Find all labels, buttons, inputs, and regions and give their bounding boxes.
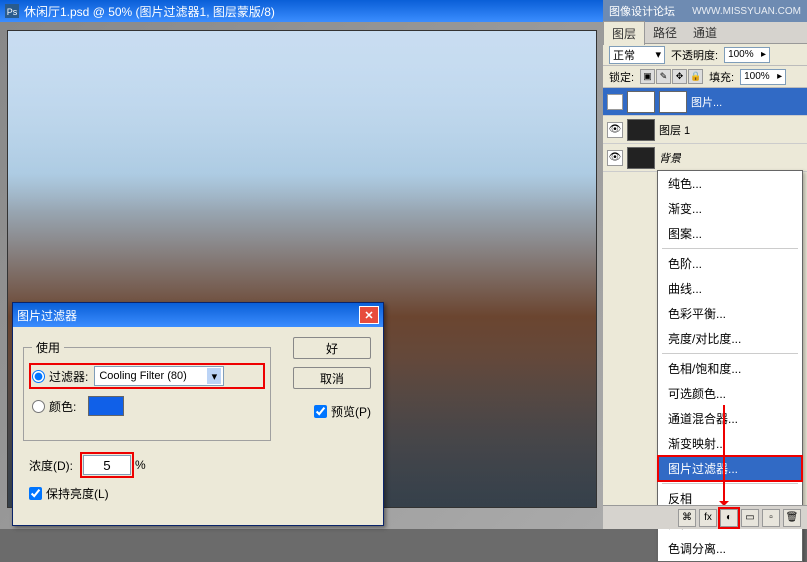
menu-item[interactable]: 曲线... <box>658 276 802 301</box>
folder-icon[interactable]: ▭ <box>741 509 759 527</box>
trash-icon[interactable]: 🗑 <box>783 509 801 527</box>
dialog-title: 图片过滤器 <box>17 307 77 324</box>
dialog-buttons: 好 取消 <box>293 337 371 389</box>
menu-separator <box>662 248 798 249</box>
menu-separator <box>662 353 798 354</box>
menu-item[interactable]: 色调分离... <box>658 536 802 561</box>
mask-thumb[interactable] <box>659 91 687 113</box>
lock-fill-row: 锁定: ▣ ✎ ✥ 🔒 填充: 100%▸ <box>603 66 807 88</box>
blend-opacity-row: 正常▾ 不透明度: 100%▸ <box>603 44 807 66</box>
ps-file-icon: Ps <box>4 3 20 19</box>
use-fieldset: 使用 过滤器: Cooling Filter (80) ▾ 颜色: <box>23 339 271 441</box>
watermark: WWW.MISSYUAN.COM <box>692 6 801 17</box>
blend-mode-dropdown[interactable]: 正常▾ <box>609 46 665 64</box>
lock-all-icon[interactable]: 🔒 <box>688 69 703 84</box>
chevron-down-icon: ▾ <box>207 368 221 384</box>
filter-value: Cooling Filter (80) <box>99 370 186 382</box>
fieldset-legend: 使用 <box>32 339 64 356</box>
cancel-button[interactable]: 取消 <box>293 367 371 389</box>
menu-item-photo-filter[interactable]: 图片过滤器... <box>658 456 802 481</box>
close-icon[interactable]: ✕ <box>359 306 379 324</box>
menu-item[interactable]: 亮度/对比度... <box>658 326 802 351</box>
lock-move-icon[interactable]: ✥ <box>672 69 687 84</box>
lock-brush-icon[interactable]: ✎ <box>656 69 671 84</box>
layer-row[interactable]: 👁 背景 <box>603 144 807 172</box>
panel-footer: ⌘ fx ◐ ▭ ▫ 🗑 <box>603 505 807 529</box>
opacity-input[interactable]: 100%▸ <box>724 47 770 63</box>
layer-thumb[interactable] <box>627 147 655 169</box>
density-input[interactable] <box>83 455 131 475</box>
menu-separator <box>662 483 798 484</box>
document-titlebar: Ps 休闲厅1.psd @ 50% (图片过滤器1, 图层蒙版/8) <box>0 0 603 22</box>
eye-icon[interactable]: 👁 <box>607 150 623 166</box>
menu-item[interactable]: 渐变映射... <box>658 431 802 456</box>
color-label: 颜色: <box>49 398 76 415</box>
menu-item[interactable]: 可选颜色... <box>658 381 802 406</box>
density-row: 浓度(D): % <box>29 455 373 475</box>
tab-layers[interactable]: 图层 <box>603 21 645 45</box>
menu-item[interactable]: 色彩平衡... <box>658 301 802 326</box>
preview-row: 预览(P) <box>314 403 371 420</box>
panels-area: 图像设计论坛 WWW.MISSYUAN.COM 图层 路径 通道 正常▾ 不透明… <box>603 0 807 529</box>
color-swatch[interactable] <box>88 396 124 416</box>
preview-checkbox[interactable] <box>314 405 327 418</box>
color-radio[interactable] <box>32 400 45 413</box>
panel-header: 图像设计论坛 WWW.MISSYUAN.COM <box>603 0 807 22</box>
filter-dropdown[interactable]: Cooling Filter (80) ▾ <box>94 366 224 386</box>
adjustment-layer-icon[interactable]: ◐ <box>720 509 738 527</box>
link-icon[interactable]: ⌘ <box>678 509 696 527</box>
fill-input[interactable]: 100%▸ <box>740 69 786 85</box>
layers-list: 👁 ◐ 图片... 👁 图层 1 👁 背景 <box>603 88 807 172</box>
dialog-titlebar[interactable]: 图片过滤器 ✕ <box>13 303 383 327</box>
lock-transparent-icon[interactable]: ▣ <box>640 69 655 84</box>
svg-text:Ps: Ps <box>7 7 18 17</box>
preserve-luminosity-checkbox[interactable] <box>29 487 42 500</box>
density-unit: % <box>135 458 146 472</box>
photo-filter-dialog: 图片过滤器 ✕ 使用 过滤器: Cooling Filter (80) ▾ 颜色… <box>12 302 384 526</box>
menu-item[interactable]: 色阶... <box>658 251 802 276</box>
fill-label: 填充: <box>709 69 734 85</box>
fx-icon[interactable]: fx <box>699 509 717 527</box>
filter-row: 过滤器: Cooling Filter (80) ▾ <box>32 366 262 386</box>
layer-name: 图片... <box>691 94 722 110</box>
menu-item[interactable]: 图案... <box>658 221 802 246</box>
chevron-down-icon: ▾ <box>655 48 661 61</box>
menu-item[interactable]: 纯色... <box>658 171 802 196</box>
menu-item[interactable]: 渐变... <box>658 196 802 221</box>
lock-label: 锁定: <box>609 69 634 85</box>
opacity-label: 不透明度: <box>671 47 718 63</box>
document-title: 休闲厅1.psd @ 50% (图片过滤器1, 图层蒙版/8) <box>24 3 275 20</box>
adjustment-thumb[interactable]: ◐ <box>627 91 655 113</box>
dialog-body: 使用 过滤器: Cooling Filter (80) ▾ 颜色: 浓度(D):… <box>13 327 383 510</box>
menu-item[interactable]: 色相/饱和度... <box>658 356 802 381</box>
panel-header-text: 图像设计论坛 <box>609 3 675 19</box>
layer-name: 图层 1 <box>659 122 690 138</box>
menu-item[interactable]: 通道混合器... <box>658 406 802 431</box>
new-layer-icon[interactable]: ▫ <box>762 509 780 527</box>
density-label: 浓度(D): <box>29 457 73 474</box>
filter-label: 过滤器: <box>49 368 88 385</box>
eye-icon[interactable]: 👁 <box>607 122 623 138</box>
color-row: 颜色: <box>32 396 262 416</box>
adjustment-menu: 纯色... 渐变... 图案... 色阶... 曲线... 色彩平衡... 亮度… <box>657 170 803 562</box>
layer-row[interactable]: 👁 图层 1 <box>603 116 807 144</box>
layer-row[interactable]: 👁 ◐ 图片... <box>603 88 807 116</box>
eye-icon[interactable]: 👁 <box>607 94 623 110</box>
tab-channels[interactable]: 路径 <box>645 21 685 44</box>
lock-icons: ▣ ✎ ✥ 🔒 <box>640 69 703 84</box>
ok-button[interactable]: 好 <box>293 337 371 359</box>
layer-thumb[interactable] <box>627 119 655 141</box>
filter-radio[interactable] <box>32 370 45 383</box>
preserve-luminosity-label: 保持亮度(L) <box>46 485 109 502</box>
layer-name: 背景 <box>659 150 681 166</box>
preserve-luminosity-row: 保持亮度(L) <box>29 485 373 502</box>
preview-label: 预览(P) <box>331 403 371 420</box>
chevron-right-icon: ▸ <box>777 71 782 82</box>
chevron-right-icon: ▸ <box>761 49 766 60</box>
tab-paths[interactable]: 通道 <box>685 21 725 44</box>
panel-tabs: 图层 路径 通道 <box>603 22 807 44</box>
annotation-arrow <box>723 405 725 505</box>
